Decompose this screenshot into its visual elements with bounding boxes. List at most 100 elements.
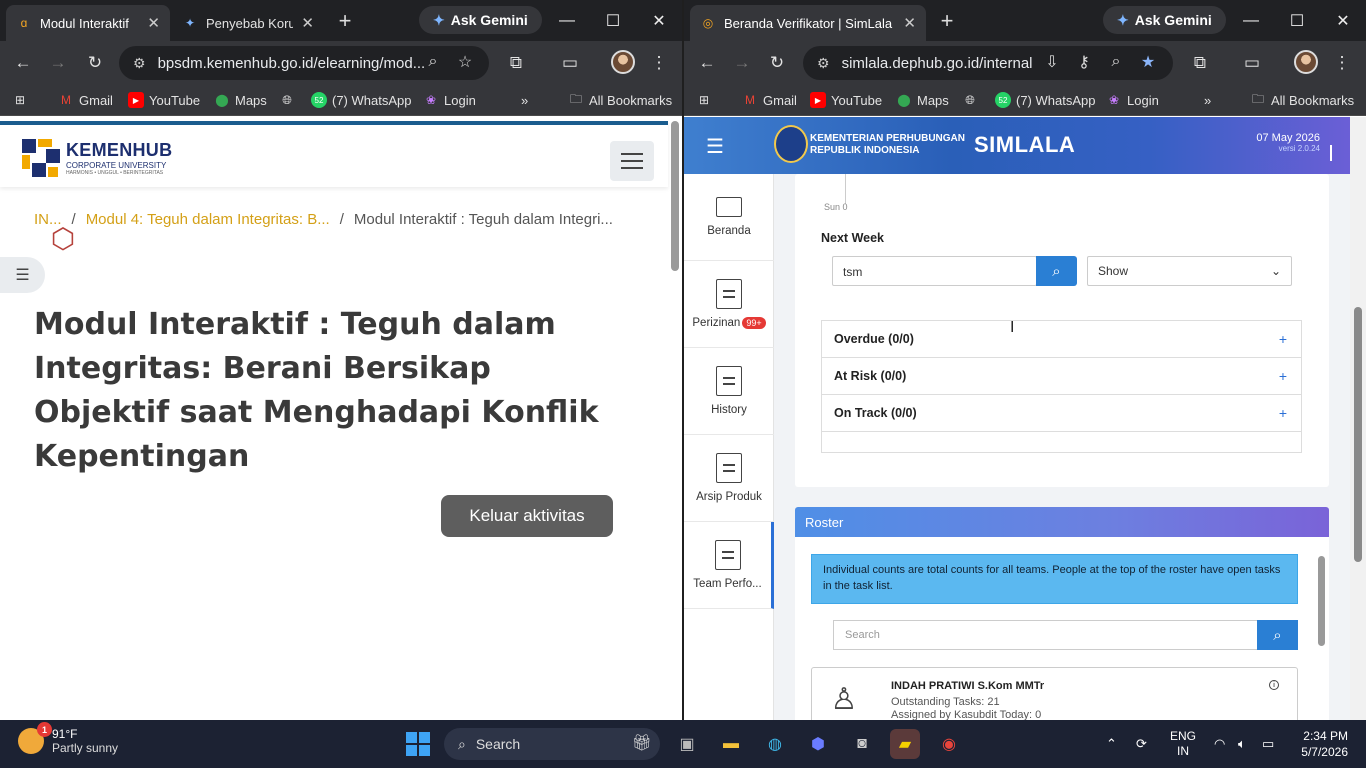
bookmark-maps[interactable]: ⬤ Maps xyxy=(896,90,949,110)
close-window-icon[interactable]: ✕ xyxy=(636,0,682,41)
show-hidden-icons-chevron-icon[interactable]: ⌃ xyxy=(1106,720,1117,768)
bookmark-maps[interactable]: ⬤ Maps xyxy=(214,90,267,110)
bookmark-login[interactable]: ❀ Login xyxy=(1106,90,1159,110)
hamburger-menu-icon[interactable] xyxy=(610,141,654,181)
minimize-icon[interactable]: — xyxy=(1228,0,1274,41)
volume-icon[interactable]: 🔈︎ xyxy=(1238,720,1246,768)
close-window-icon[interactable]: ✕ xyxy=(1320,0,1366,41)
menu-kebab-icon[interactable]: ⋮ xyxy=(1329,50,1355,76)
sticky-notes-icon[interactable]: ▰ xyxy=(890,729,920,759)
bookmark-globe[interactable]: 🌐︎ xyxy=(279,90,295,110)
ask-gemini-button[interactable]: ✦ Ask Gemini xyxy=(419,6,542,34)
breadcrumb-module[interactable]: Modul 4: Teguh dalam Integritas: B... xyxy=(86,211,330,228)
chrome-icon[interactable]: ◉ xyxy=(934,729,964,759)
tab-modul-interaktif[interactable]: ɑ Modul Interaktif ✕ xyxy=(6,5,170,41)
system-clock[interactable]: 2:34 PM 5/7/2026 xyxy=(1301,728,1348,760)
edge-browser-icon[interactable]: ◍ xyxy=(760,729,790,759)
bookmark-gmail[interactable]: M Gmail xyxy=(58,90,113,110)
info-icon[interactable]: i xyxy=(1269,680,1279,690)
site-info-icon[interactable]: ⚙ xyxy=(817,55,830,72)
file-explorer-icon[interactable]: ▬ xyxy=(716,729,746,759)
hamburger-menu-icon[interactable]: ☰ xyxy=(706,134,724,159)
accordion-at-risk[interactable]: At Risk (0/0) + xyxy=(822,358,1301,395)
bookmark-star-icon[interactable]: ☆ xyxy=(452,49,478,75)
course-index-list-icon[interactable]: ☰ xyxy=(0,257,45,293)
show-select[interactable]: Show ⌄ xyxy=(1087,256,1292,286)
plus-icon[interactable]: + xyxy=(1279,331,1287,347)
plus-icon[interactable]: + xyxy=(1279,405,1287,421)
close-tab-icon[interactable]: ✕ xyxy=(147,14,160,32)
profile-avatar-icon[interactable] xyxy=(1294,50,1318,74)
exit-activity-button[interactable]: Keluar aktivitas xyxy=(441,495,613,537)
sidebar-item-arsip-produk[interactable]: Arsip Produk xyxy=(684,435,774,522)
profile-avatar-icon[interactable] xyxy=(611,50,635,74)
page-scrollbar[interactable] xyxy=(1350,117,1366,720)
bookmark-youtube[interactable]: ▶ YouTube xyxy=(810,90,882,110)
search-icon[interactable]: ⌕ xyxy=(1257,620,1298,650)
bookmarks-overflow-chevron-icon[interactable]: » xyxy=(1204,90,1211,110)
accordion-overdue[interactable]: Overdue (0/0) + xyxy=(822,321,1301,358)
plus-icon[interactable]: + xyxy=(1279,368,1287,384)
roster-scrollbar[interactable] xyxy=(1316,542,1326,712)
roster-person-card[interactable]: ♙ INDAH PRATIWI S.Kom MMTr Outstanding T… xyxy=(811,667,1298,720)
zoom-icon[interactable]: ⌕ xyxy=(1103,49,1129,75)
forward-arrow-icon[interactable]: → xyxy=(729,50,755,76)
bookmark-whatsapp[interactable]: 52 (7) WhatsApp xyxy=(311,90,411,110)
all-bookmarks-folder[interactable]: 🗀︎ All Bookmarks xyxy=(568,90,672,110)
page-scrollbar[interactable] xyxy=(670,121,680,720)
new-tab-plus-icon[interactable]: + xyxy=(934,8,960,34)
ask-gemini-button[interactable]: ✦ Ask Gemini xyxy=(1103,6,1226,34)
apps-grid-icon[interactable]: ⊞ xyxy=(696,90,712,110)
install-app-icon[interactable]: ⇩ xyxy=(1039,49,1065,75)
sidebar-item-beranda[interactable]: Beranda xyxy=(684,174,774,261)
maximize-icon[interactable]: ☐ xyxy=(590,0,636,41)
weather-widget[interactable]: 1 91°F Partly sunny xyxy=(18,722,118,755)
task-view-icon[interactable]: ▣ xyxy=(672,729,702,759)
back-arrow-icon[interactable]: ← xyxy=(694,50,720,76)
bookmark-login[interactable]: ❀ Login xyxy=(423,90,476,110)
roster-search-input[interactable]: Search xyxy=(833,620,1258,650)
new-tab-plus-icon[interactable]: + xyxy=(332,8,358,34)
bookmark-gmail[interactable]: M Gmail xyxy=(742,90,797,110)
bookmarks-overflow-chevron-icon[interactable]: » xyxy=(521,90,528,110)
close-tab-icon[interactable]: ✕ xyxy=(301,14,314,32)
search-icon[interactable]: ⌕ xyxy=(1036,256,1077,286)
reload-icon[interactable]: ↻ xyxy=(82,50,108,76)
wifi-icon[interactable]: ◠ xyxy=(1214,720,1225,768)
extensions-puzzle-icon[interactable]: ⧉ xyxy=(503,50,529,76)
minimize-icon[interactable]: — xyxy=(544,0,590,41)
zoom-icon[interactable]: ⌕ xyxy=(420,49,446,75)
cast-icon[interactable]: ▭ xyxy=(1239,50,1265,76)
apps-grid-icon[interactable]: ⊞ xyxy=(12,90,28,110)
taskbar-search[interactable]: ⌕ Search 🎁︎ xyxy=(444,728,660,760)
cast-icon[interactable]: ▭ xyxy=(557,50,583,76)
sync-icon[interactable]: ⟳ xyxy=(1136,720,1147,768)
close-tab-icon[interactable]: ✕ xyxy=(903,14,916,32)
language-indicator[interactable]: ENG IN xyxy=(1170,720,1196,768)
windows-start-icon[interactable] xyxy=(406,732,430,756)
extensions-puzzle-icon[interactable]: ⧉ xyxy=(1187,50,1213,76)
forward-arrow-icon[interactable]: → xyxy=(45,50,71,76)
accordion-on-track[interactable]: On Track (0/0) + xyxy=(822,395,1301,432)
maximize-icon[interactable]: ☐ xyxy=(1274,0,1320,41)
password-key-icon[interactable]: ⚷ xyxy=(1071,49,1097,75)
sidebar-item-history[interactable]: History xyxy=(684,348,774,435)
bookmark-youtube[interactable]: ▶ YouTube xyxy=(128,90,200,110)
sidebar-item-team-performance[interactable]: Team Perfo... xyxy=(684,522,774,609)
reload-icon[interactable]: ↻ xyxy=(764,50,790,76)
task-search-input[interactable]: tsm xyxy=(832,256,1037,286)
bookmark-whatsapp[interactable]: 52 (7) WhatsApp xyxy=(995,90,1095,110)
battery-icon[interactable]: ▭ xyxy=(1262,720,1274,768)
tab-penyebab-korupsi[interactable]: ✦ Penyebab Korup ✕ xyxy=(172,5,324,41)
sidebar-item-perizinan[interactable]: Perizinan 99+ xyxy=(684,261,774,348)
bookmark-globe[interactable]: 🌐︎ xyxy=(962,90,978,110)
bookmark-star-filled-icon[interactable]: ★ xyxy=(1135,49,1161,75)
site-info-icon[interactable]: ⚙ xyxy=(133,55,146,72)
kemenhub-logo[interactable]: KEMENHUB CORPORATE UNIVERSITY HARMONIS •… xyxy=(22,139,172,177)
copilot-icon[interactable]: ⬢ xyxy=(803,729,833,759)
back-arrow-icon[interactable]: ← xyxy=(10,50,36,76)
menu-kebab-icon[interactable]: ⋮ xyxy=(646,50,672,76)
tab-beranda-verifikator[interactable]: ◎ Beranda Verifikator | SimLala ✕ xyxy=(690,5,926,41)
camera-icon[interactable]: ◙ xyxy=(847,729,877,759)
all-bookmarks-folder[interactable]: 🗀︎ All Bookmarks xyxy=(1250,90,1354,110)
